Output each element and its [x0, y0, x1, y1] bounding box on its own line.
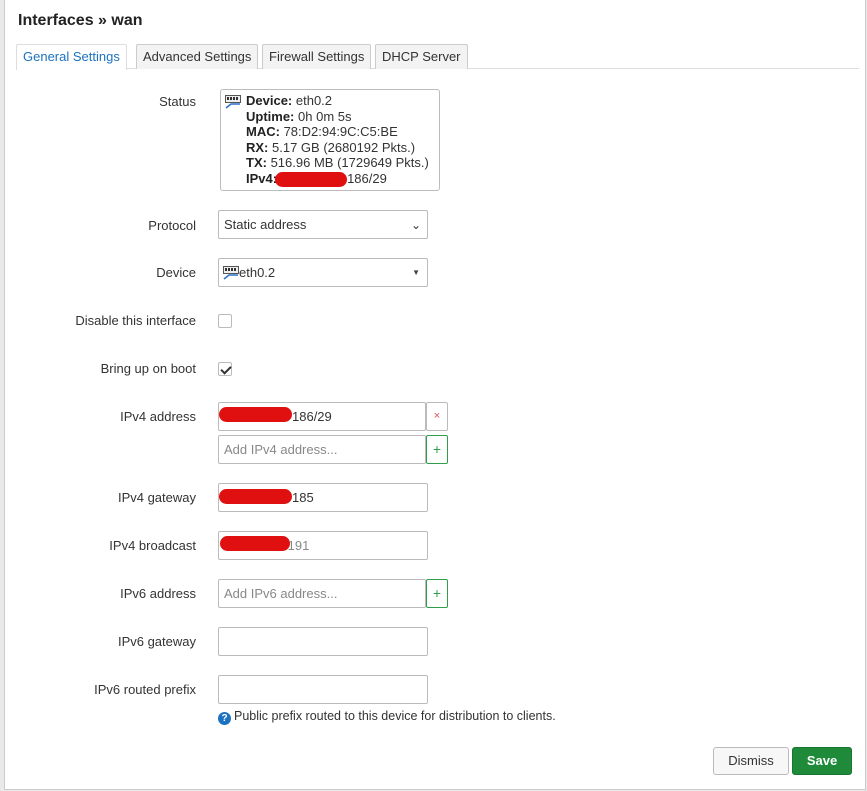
dialog-title: Interfaces » wan: [18, 12, 143, 29]
tab-general-settings[interactable]: General Settings: [16, 44, 127, 70]
redaction-mark: [219, 489, 292, 504]
add-ipv4-address-button[interactable]: +: [426, 435, 448, 464]
ipv4-gateway-label: IPv4 gateway: [117, 490, 196, 505]
chevron-down-icon: ⌄: [410, 218, 421, 232]
status-uptime-row: Uptime: 0h 0m 5s: [246, 108, 352, 124]
device-label: Device: [156, 265, 196, 280]
ipv6-gateway-input[interactable]: [218, 627, 428, 656]
save-button[interactable]: Save: [792, 747, 852, 775]
disable-interface-label: Disable this interface: [75, 313, 196, 328]
redaction-mark: [275, 172, 347, 187]
protocol-select[interactable]: Static address ⌄: [218, 210, 428, 239]
redaction-mark: [220, 536, 290, 551]
tab-firewall-settings[interactable]: Firewall Settings: [262, 44, 372, 69]
status-box: Device: eth0.2 Uptime: 0h 0m 5s MAC: 78:…: [220, 89, 440, 191]
caret-down-icon: ▼: [412, 268, 420, 277]
ipv4-address-input[interactable]: Add IPv4 address...: [218, 435, 426, 464]
ipv6-address-label: IPv6 address: [120, 586, 196, 601]
tab-dhcp-server[interactable]: DHCP Server: [375, 44, 468, 69]
dismiss-button[interactable]: Dismiss: [713, 747, 789, 775]
ipv6-address-input[interactable]: Add IPv6 address...: [218, 579, 426, 608]
close-icon: ×: [433, 410, 441, 422]
redaction-mark: [219, 407, 292, 422]
interface-dialog: Interfaces » wan General Settings Advanc…: [4, 0, 866, 790]
network-port-icon: [225, 95, 241, 109]
protocol-label: Protocol: [148, 218, 196, 233]
plus-icon: +: [432, 441, 442, 457]
network-port-icon: [223, 266, 239, 280]
status-tx-row: TX: 516.96 MB (1729649 Pkts.): [246, 155, 429, 170]
ipv4-address-label: IPv4 address: [120, 409, 196, 424]
tab-advanced-settings[interactable]: Advanced Settings: [136, 44, 259, 69]
status-mac-row: MAC: 78:D2:94:9C:C5:BE: [246, 124, 398, 139]
status-label: Status: [159, 94, 196, 109]
bring-up-on-boot-label: Bring up on boot: [100, 361, 196, 376]
ipv6-gateway-label: IPv6 gateway: [117, 634, 196, 649]
ipv4-broadcast-label: IPv4 broadcast: [109, 538, 196, 553]
help-icon: ?: [218, 712, 231, 725]
ipv6-routed-prefix-label: IPv6 routed prefix: [94, 682, 196, 697]
status-device-row: Device: eth0.2: [246, 93, 333, 108]
status-rx-row: RX: 5.17 GB (2680192 Pkts.): [246, 139, 416, 155]
bring-up-on-boot-checkbox[interactable]: [218, 362, 232, 376]
remove-ipv4-address-button[interactable]: ×: [426, 402, 448, 431]
disable-interface-checkbox[interactable]: [218, 314, 232, 328]
device-select[interactable]: eth0.2 ▼: [218, 258, 428, 287]
plus-icon: +: [432, 585, 442, 601]
ipv6-routed-prefix-input[interactable]: [218, 675, 428, 704]
tab-bar: General Settings Advanced Settings Firew…: [16, 44, 859, 70]
add-ipv6-address-button[interactable]: +: [426, 579, 448, 608]
ipv6-prefix-hint: ? Public prefix routed to this device for…: [218, 709, 556, 725]
